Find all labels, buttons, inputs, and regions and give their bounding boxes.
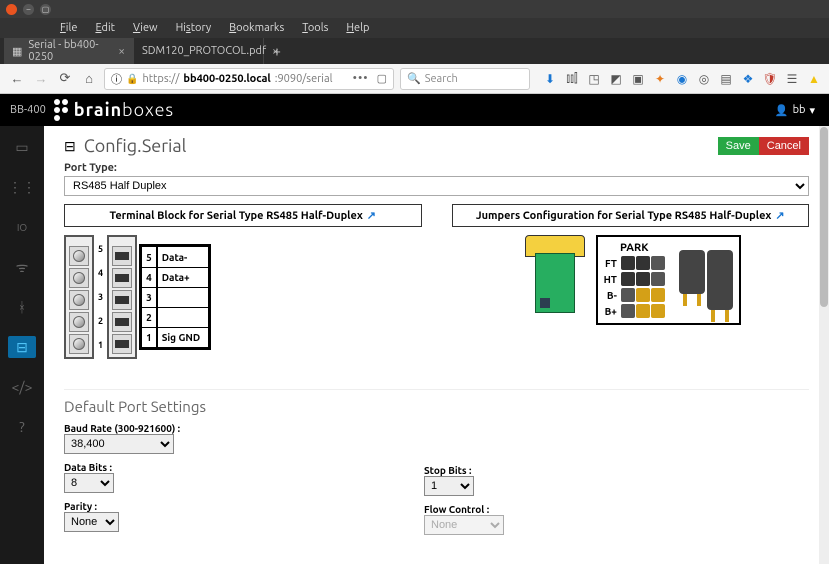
browser-urlbar: ← → ⟳ ⌂ ⓘ 🔒 https://bb400-0250.local:909…: [0, 64, 829, 94]
toolbar-right: ⬇ ⫾⫾⫿ ◳ ◩ ▣ ✦ ◉ ◎ ▤ ❖ 🛡 ☰ ▲: [543, 72, 821, 86]
stopbits-select[interactable]: 1: [424, 476, 474, 496]
baud-select[interactable]: 38,400: [64, 434, 174, 454]
sidebar-item-nodes[interactable]: ⋮⋮: [8, 176, 36, 198]
reload-button[interactable]: ⟳: [56, 70, 74, 88]
main: ▭ ⋮⋮ IO ᯤ ᚼ ⊟ </> ? ⊟ Config.Serial Save…: [0, 126, 829, 564]
ext8-icon[interactable]: ❖: [741, 72, 755, 86]
browser-menubar: File Edit View History Bookmarks Tools H…: [0, 18, 829, 38]
brand-logo: brainboxes: [54, 99, 174, 121]
default-port-settings: Default Port Settings Baud Rate (300-921…: [64, 389, 809, 535]
page-actions-icon[interactable]: •••: [353, 72, 369, 85]
window-close-icon[interactable]: [6, 4, 17, 15]
sidebar-item-wifi[interactable]: ᯤ: [8, 256, 36, 278]
tab-title: SDM120_PROTOCOL.pdf: [142, 45, 266, 57]
save-button[interactable]: Save: [718, 137, 759, 155]
lock-icon: 🔒: [126, 73, 138, 85]
databits-select[interactable]: 8: [64, 473, 114, 493]
content-area: ⊟ Config.Serial Save Cancel Port Type: R…: [44, 126, 829, 564]
new-tab-button[interactable]: +: [264, 38, 290, 64]
jumper-panel: Jumpers Configuration for Serial Type RS…: [452, 204, 810, 359]
logo-dots-icon: [54, 99, 68, 121]
ext3-icon[interactable]: ▣: [631, 72, 645, 86]
page-title: Config.Serial: [84, 136, 187, 156]
user-menu[interactable]: 👤 bb ▾: [775, 104, 815, 117]
window-controls: – ▢: [0, 0, 829, 18]
download-icon[interactable]: ⬇: [543, 72, 557, 86]
menu-tools[interactable]: Tools: [302, 22, 328, 34]
menu-edit[interactable]: Edit: [95, 22, 115, 34]
parity-select[interactable]: None: [64, 512, 119, 532]
info-icon[interactable]: ⓘ: [111, 71, 122, 87]
ext9-icon[interactable]: 🛡: [763, 72, 777, 86]
window-minimize-icon[interactable]: –: [23, 4, 34, 15]
ext2-icon[interactable]: ◩: [609, 72, 623, 86]
search-box[interactable]: 🔍 Search: [400, 68, 530, 90]
stopbits-label: Stop Bits :: [424, 465, 724, 476]
flow-select: None: [424, 515, 504, 535]
library-icon[interactable]: ⫾⫾⫿: [565, 72, 579, 86]
sidebar-item-serial[interactable]: ⊟: [8, 336, 36, 358]
menu-history[interactable]: History: [176, 22, 212, 34]
menu-file[interactable]: File: [60, 22, 77, 34]
external-link-icon: ↗: [775, 209, 784, 222]
device-tag: BB-400: [10, 104, 46, 116]
sidebar-item-dashboard[interactable]: ▭: [8, 136, 36, 158]
ext6-icon[interactable]: ◎: [697, 72, 711, 86]
parity-label: Parity :: [64, 501, 364, 512]
sidebar-item-code[interactable]: </>: [8, 376, 36, 398]
jumper-diagram: PARK FT HT B- B+: [452, 235, 810, 325]
terminal-block-panel: Terminal Block for Serial Type RS485 Hal…: [64, 204, 422, 359]
sidebar-item-io[interactable]: IO: [8, 216, 36, 238]
notify-icon[interactable]: ▲: [807, 72, 821, 86]
menu-view[interactable]: View: [133, 22, 158, 34]
capacitor-icon: [679, 250, 733, 310]
menu-icon[interactable]: ☰: [785, 72, 799, 86]
port-type-select[interactable]: RS485 Half Duplex: [64, 176, 809, 196]
app-header: BB-400 brainboxes 👤 bb ▾: [0, 94, 829, 126]
terminal-block-link[interactable]: Terminal Block for Serial Type RS485 Hal…: [64, 204, 422, 227]
tab-favicon-icon: ▦: [12, 45, 22, 58]
ext7-icon[interactable]: ▤: [719, 72, 733, 86]
sidebar-item-help[interactable]: ?: [8, 416, 36, 438]
cancel-button[interactable]: Cancel: [759, 137, 809, 155]
ext4-icon[interactable]: ✦: [653, 72, 667, 86]
ext5-icon[interactable]: ◉: [675, 72, 689, 86]
baud-label: Baud Rate (300-921600) :: [64, 423, 364, 434]
databits-label: Data Bits :: [64, 462, 364, 473]
brand-text: brainboxes: [74, 100, 174, 120]
forward-button[interactable]: →: [32, 70, 50, 88]
window-maximize-icon[interactable]: ▢: [40, 4, 51, 15]
sidebar: ▭ ⋮⋮ IO ᯤ ᚼ ⊟ </> ?: [0, 126, 44, 564]
shield-icon[interactable]: ▢: [377, 72, 387, 85]
tab-close-icon[interactable]: ×: [118, 45, 125, 58]
flow-label: Flow Control :: [424, 504, 724, 515]
tab-serial[interactable]: ▦ Serial - bb400-0250 ×: [4, 38, 134, 64]
jumper-link[interactable]: Jumpers Configuration for Serial Type RS…: [452, 204, 810, 227]
menu-help[interactable]: Help: [346, 22, 369, 34]
serial-page-icon: ⊟: [64, 138, 76, 155]
sidebar-item-bluetooth[interactable]: ᚼ: [8, 296, 36, 318]
search-icon: 🔍: [407, 72, 421, 85]
menu-bookmarks[interactable]: Bookmarks: [229, 22, 284, 34]
ext1-icon[interactable]: ◳: [587, 72, 601, 86]
terminal-block-diagram: 12345 1 2 3 4 5: [64, 235, 422, 359]
scrollbar[interactable]: [819, 126, 829, 564]
scrollbar-thumb[interactable]: [820, 127, 828, 307]
address-bar[interactable]: ⓘ 🔒 https://bb400-0250.local:9090/serial…: [104, 68, 394, 90]
home-button[interactable]: ⌂: [80, 70, 98, 88]
external-link-icon: ↗: [367, 209, 376, 222]
pcb-icon: [520, 235, 590, 325]
browser-tabstrip: ▦ Serial - bb400-0250 × SDM120_PROTOCOL.…: [0, 38, 829, 64]
tab-pdf[interactable]: SDM120_PROTOCOL.pdf ×: [134, 38, 264, 64]
user-icon: 👤: [775, 104, 789, 117]
port-type-label: Port Type:: [64, 162, 809, 174]
back-button[interactable]: ←: [8, 70, 26, 88]
settings-title: Default Port Settings: [64, 398, 809, 415]
tab-title: Serial - bb400-0250: [28, 39, 112, 63]
chevron-down-icon: ▾: [809, 104, 815, 117]
